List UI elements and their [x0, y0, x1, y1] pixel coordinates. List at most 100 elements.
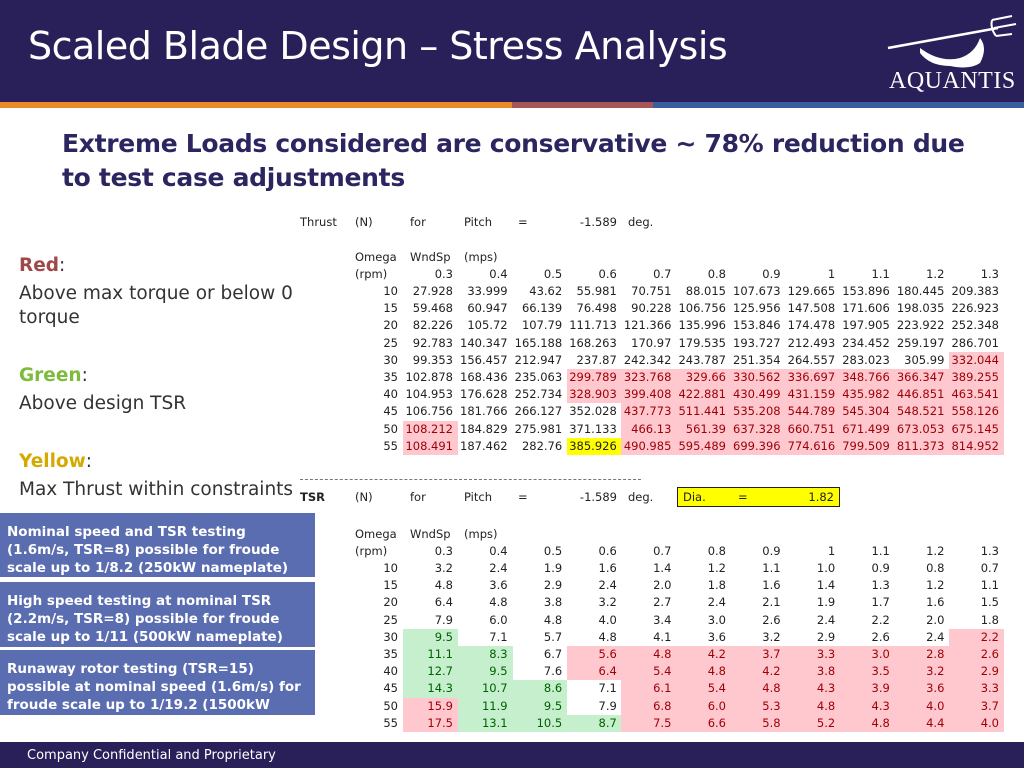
table-cell: 2.4	[598, 578, 617, 593]
table-cell: 3.9	[839, 680, 895, 698]
table-cell: 275.981	[514, 421, 563, 436]
caption-0: Thrust	[300, 215, 337, 229]
omega-label: 40	[383, 387, 398, 402]
table-cell: 14.3	[403, 680, 458, 698]
table-cell: 595.489	[676, 437, 731, 455]
table-cell: 170.97	[631, 335, 672, 350]
table-cell: 2.7	[653, 595, 672, 610]
table-cell: 198.035	[896, 301, 945, 316]
table-cell: 3.2	[762, 629, 781, 644]
table-cell: 105.72	[467, 318, 508, 333]
table-cell: 535.208	[730, 403, 786, 421]
table-cell: 171.606	[842, 301, 890, 316]
table-cell: 7.9	[434, 612, 453, 627]
table-cell: 4.2	[676, 646, 731, 664]
table-cell: 174.478	[787, 318, 836, 333]
table-cell: 511.441	[676, 403, 731, 421]
omega-label: 40	[383, 664, 398, 679]
table-cell: 4.0	[598, 612, 617, 627]
legend-yellow-text: Max Thrust within constraints	[19, 479, 294, 500]
table-cell: 4.8	[730, 680, 786, 698]
table-cell: 135.996	[678, 318, 726, 333]
table-cell: 6.8	[621, 697, 677, 715]
col-header-mps: (mps)	[464, 250, 498, 264]
table-cell: 76.498	[576, 301, 617, 316]
table-cell: 558.126	[949, 403, 1004, 421]
caption-4: =	[518, 215, 528, 229]
wind-speed-header: 1.2	[926, 267, 945, 281]
table-cell: 5.4	[621, 663, 677, 681]
wind-speed-header: 1	[827, 267, 836, 281]
table-cell: 235.063	[514, 370, 563, 384]
headline: Extreme Loads considered are conservativ…	[62, 129, 965, 192]
col-header-wndsp: WndSp	[410, 250, 451, 264]
table-cell: 774.616	[785, 437, 841, 455]
table-cell: 43.62	[529, 284, 563, 298]
caption-3: Pitch	[464, 490, 492, 504]
table-cell: 329.66	[676, 369, 731, 387]
table-cell: 6.7	[543, 647, 563, 661]
omega-label: 10	[383, 561, 398, 575]
table-cell: 90.228	[631, 301, 672, 316]
table-cell: 0.8	[926, 561, 945, 575]
table-cell: 212.947	[514, 352, 563, 367]
table-cell: 147.508	[787, 301, 836, 316]
table-cell: 4.8	[434, 578, 453, 593]
table-cell: 2.6	[762, 612, 781, 627]
table-cell: 446.851	[894, 386, 950, 404]
table-cell: 282.76	[521, 438, 563, 453]
caption-6: deg.	[628, 490, 654, 504]
table-cell: 243.787	[678, 352, 726, 367]
table-cell: 223.922	[896, 318, 945, 333]
table-cell: 348.766	[839, 369, 895, 387]
table-cell: 3.2	[598, 595, 617, 610]
wind-speed-header: 0.5	[543, 544, 563, 558]
table-cell: 545.304	[839, 403, 895, 421]
table-cell: 4.8	[598, 629, 617, 644]
table-cell: 168.263	[569, 335, 617, 350]
table-cell: 10.7	[457, 680, 513, 698]
wind-speed-header: 0.6	[598, 267, 617, 281]
table-cell: 66.139	[521, 301, 563, 316]
table-cell: 8.7	[566, 714, 622, 732]
table-cell: 184.829	[460, 421, 508, 436]
table-cell: 4.0	[894, 697, 950, 715]
table-cell: 3.5	[839, 663, 895, 681]
table-cell: 323.768	[621, 369, 677, 387]
table-cell: 99.353	[412, 352, 453, 367]
table-cell: 437.773	[621, 403, 677, 421]
table-cell: 671.499	[839, 420, 895, 438]
table-cell: 673.053	[894, 420, 950, 438]
wind-speed-header: 0.6	[598, 544, 617, 558]
caption-4: =	[518, 490, 528, 504]
table-cell: 1.8	[707, 578, 726, 593]
table-cell: 252.348	[951, 318, 999, 333]
table-cell: 2.0	[926, 612, 945, 627]
omega-label: 50	[383, 421, 398, 436]
wind-speed-header: 0.7	[653, 544, 672, 558]
omega-label: 25	[383, 612, 398, 627]
table-cell: 176.628	[460, 387, 508, 402]
legend-green: Green:	[19, 364, 88, 388]
table-cell: 193.727	[733, 335, 781, 350]
wind-speed-header: 0.3	[434, 544, 453, 558]
table-cell: 3.3	[785, 646, 841, 664]
table-cell: 330.562	[730, 369, 786, 387]
legend-yellow-label: Yellow	[19, 451, 86, 472]
table-cell: 2.8	[894, 646, 950, 664]
table-cell: 9.5	[457, 663, 513, 681]
table-cell: 9.5	[512, 697, 568, 715]
wind-speed-header: 0.3	[434, 267, 453, 281]
table-cell: 2.9	[543, 578, 563, 593]
table-cell: 7.1	[598, 681, 617, 696]
table-cell: 6.0	[489, 612, 508, 627]
table-cell: 1.4	[816, 578, 836, 593]
separator-dashed-line	[300, 479, 641, 480]
table-cell: 11.9	[457, 697, 513, 715]
table-cell: 1.2	[707, 561, 726, 575]
table-cell: 6.4	[566, 663, 622, 681]
omega-label: 10	[383, 284, 398, 298]
legend-colon: :	[81, 365, 88, 386]
dia-label: Dia.	[683, 490, 706, 504]
table-cell: 1.0	[816, 561, 836, 575]
